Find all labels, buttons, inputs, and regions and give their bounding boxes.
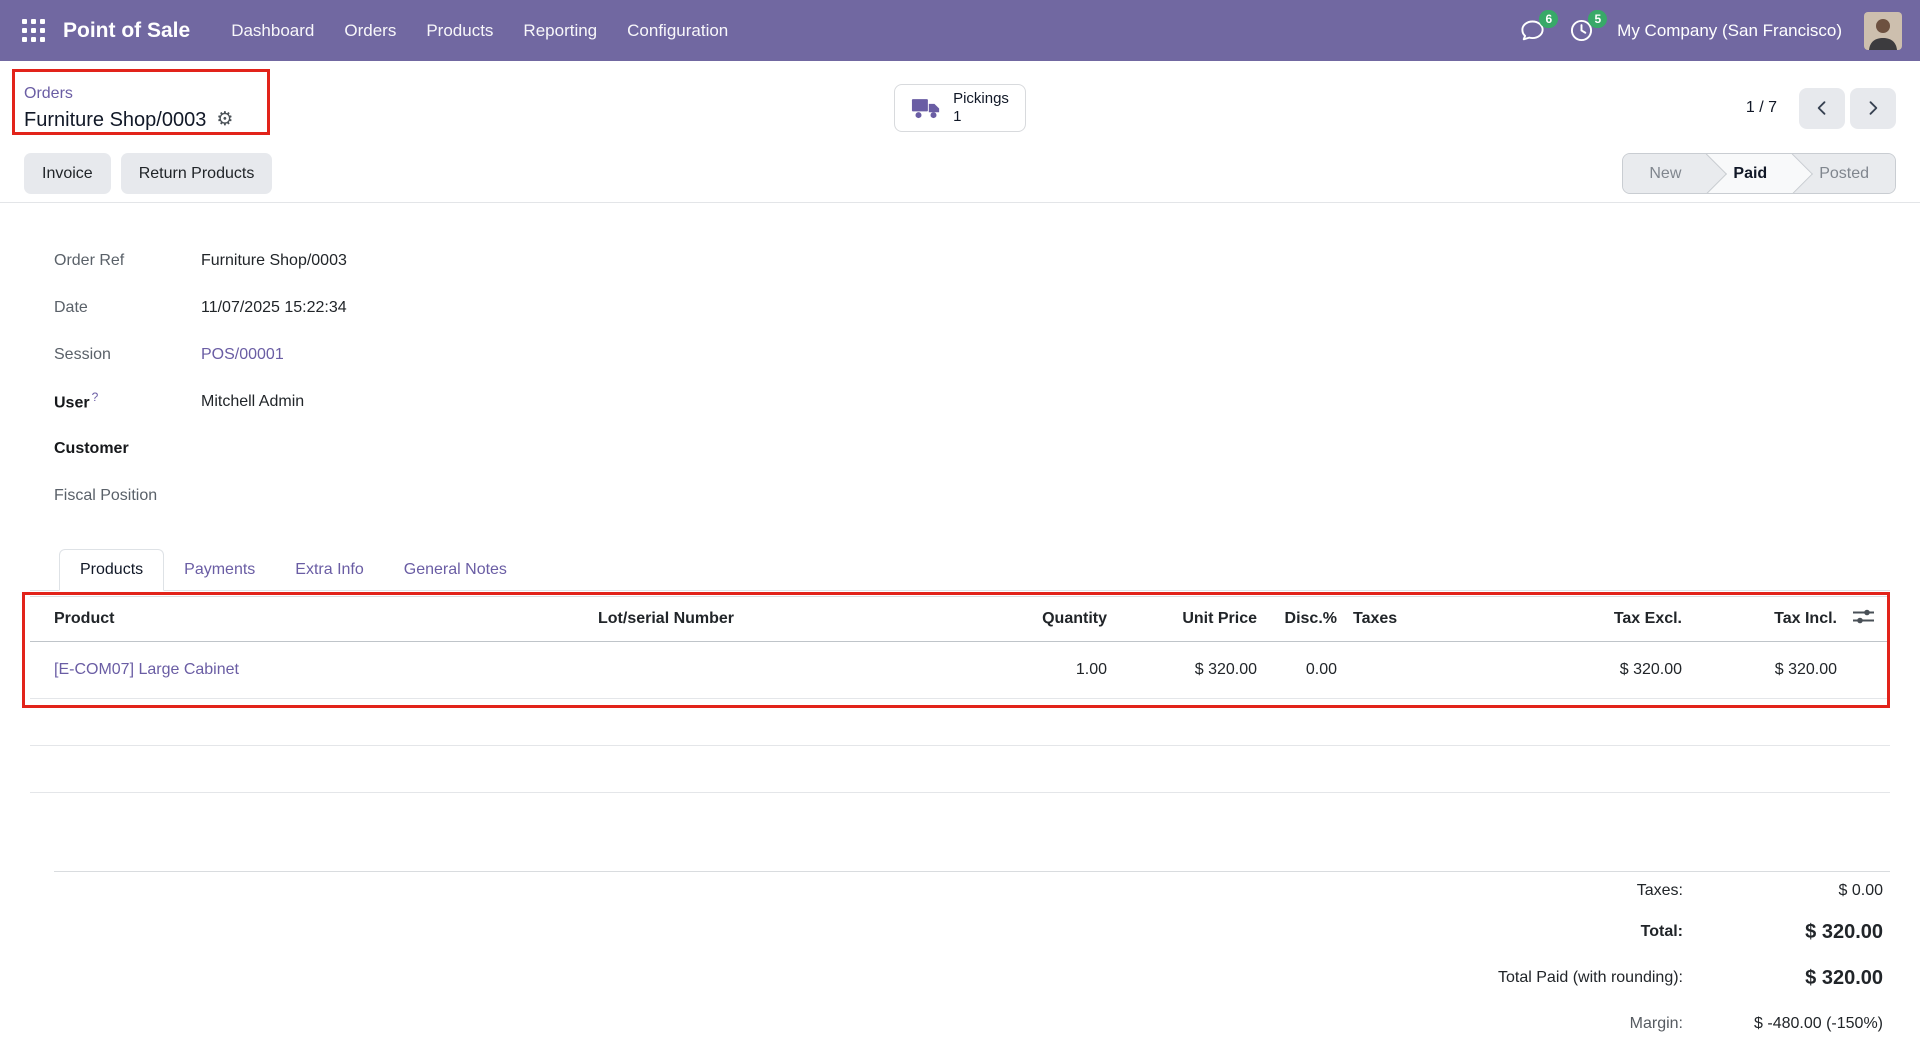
field-fiscal-position: Fiscal Position — [54, 472, 1890, 519]
taxes-total-row: Taxes: $ 0.00 — [54, 872, 1883, 909]
nav-dashboard[interactable]: Dashboard — [216, 21, 329, 41]
products-table: Product Lot/serial Number Quantity Unit … — [30, 596, 1890, 793]
avatar-image — [1864, 11, 1902, 50]
notebook-tabs: Products Payments Extra Info General Not… — [30, 549, 1890, 591]
user-value: Mitchell Admin — [201, 392, 305, 410]
total-label: Total: — [1640, 923, 1683, 940]
tab-extra-info[interactable]: Extra Info — [275, 549, 383, 590]
messages-badge: 6 — [1539, 10, 1559, 28]
help-icon[interactable]: ? — [92, 390, 99, 404]
navbar-systray: 6 5 My Company (San Francisco) — [1519, 10, 1902, 50]
field-date: Date 11/07/2025 15:22:34 — [54, 284, 1890, 331]
total-paid-value: $ 320.00 — [1805, 966, 1883, 989]
total-value: $ 320.00 — [1805, 920, 1883, 943]
order-form-sheet: Order Ref Furniture Shop/0003 Date 11/07… — [0, 203, 1920, 1047]
company-menu[interactable]: My Company (San Francisco) — [1617, 21, 1842, 41]
field-session: Session POS/00001 — [54, 331, 1890, 378]
gear-icon[interactable]: ⚙ — [216, 110, 233, 129]
cell-lot-serial — [590, 641, 890, 699]
col-tax-incl[interactable]: Tax Incl. — [1690, 596, 1845, 642]
table-header-row: Product Lot/serial Number Quantity Unit … — [30, 596, 1890, 642]
pager-next-button[interactable] — [1850, 87, 1897, 129]
taxes-label: Taxes: — [1636, 881, 1683, 899]
invoice-button[interactable]: Invoice — [24, 153, 111, 194]
nav-reporting[interactable]: Reporting — [508, 21, 612, 41]
col-disc[interactable]: Disc.% — [1265, 596, 1345, 642]
cell-quantity: 1.00 — [890, 641, 1115, 699]
margin-row: Margin: $ -480.00 (-150%) — [54, 1001, 1883, 1047]
col-product[interactable]: Product — [30, 596, 590, 642]
cell-unit-price: $ 320.00 — [1115, 641, 1265, 699]
breadcrumb-current: Furniture Shop/0003 — [24, 108, 207, 131]
date-value: 11/07/2025 15:22:34 — [201, 298, 347, 316]
chevron-right-icon — [1869, 101, 1878, 115]
col-quantity[interactable]: Quantity — [890, 596, 1115, 642]
sliders-icon — [1853, 609, 1874, 624]
table-row[interactable]: [E-COM07] Large Cabinet 1.00 $ 320.00 0.… — [30, 641, 1890, 699]
empty-row — [30, 745, 1890, 793]
total-paid-row: Total Paid (with rounding): $ 320.00 — [54, 955, 1883, 1001]
field-user: User? Mitchell Admin — [54, 378, 1890, 425]
customer-label: Customer — [54, 439, 129, 457]
col-lot-serial[interactable]: Lot/serial Number — [590, 596, 890, 642]
total-row: Total: $ 320.00 — [54, 909, 1883, 955]
pickings-stat-button[interactable]: Pickings 1 — [894, 84, 1026, 132]
cell-tax-incl: $ 320.00 — [1690, 641, 1845, 699]
nav-configuration[interactable]: Configuration — [612, 21, 743, 41]
status-new[interactable]: New — [1623, 154, 1708, 193]
cell-taxes — [1345, 641, 1575, 699]
field-customer: Customer — [54, 425, 1890, 472]
optional-columns-button[interactable] — [1845, 596, 1890, 642]
empty-row — [30, 698, 1890, 746]
fiscal-position-label: Fiscal Position — [54, 486, 158, 504]
user-avatar[interactable] — [1864, 11, 1902, 50]
order-totals: Taxes: $ 0.00 Total: $ 320.00 Total Paid… — [54, 871, 1890, 1047]
col-tax-excl[interactable]: Tax Excl. — [1575, 596, 1690, 642]
breadcrumb-orders-link[interactable]: Orders — [24, 85, 73, 102]
cell-tax-excl: $ 320.00 — [1575, 641, 1690, 699]
tab-products[interactable]: Products — [59, 549, 165, 591]
top-navbar: Point of Sale Dashboard Orders Products … — [0, 0, 1920, 61]
pager — [1799, 87, 1897, 129]
breadcrumb: Orders Furniture Shop/0003 ⚙ — [24, 84, 894, 133]
field-order-ref: Order Ref Furniture Shop/0003 — [54, 237, 1890, 284]
app-name[interactable]: Point of Sale — [63, 19, 190, 43]
pager-previous-button[interactable] — [1799, 87, 1846, 129]
control-panel: Orders Furniture Shop/0003 ⚙ Pickings 1 — [0, 61, 1920, 203]
margin-label: Margin: — [1629, 1015, 1683, 1032]
chevron-left-icon — [1817, 101, 1826, 115]
date-label: Date — [54, 298, 88, 316]
session-label: Session — [54, 345, 111, 363]
statusbar: New Paid Posted — [1622, 153, 1896, 194]
order-ref-label: Order Ref — [54, 251, 125, 269]
product-link[interactable]: [E-COM07] Large Cabinet — [54, 661, 239, 678]
pickings-count: 1 — [953, 108, 962, 125]
return-products-button[interactable]: Return Products — [120, 153, 273, 194]
tab-general-notes[interactable]: General Notes — [384, 549, 527, 590]
tab-payments[interactable]: Payments — [164, 549, 275, 590]
margin-value: $ -480.00 (-150%) — [1754, 1015, 1883, 1032]
total-paid-label: Total Paid (with rounding): — [1498, 969, 1683, 986]
nav-orders[interactable]: Orders — [329, 21, 411, 41]
col-taxes[interactable]: Taxes — [1345, 596, 1575, 642]
apps-menu-icon[interactable] — [22, 19, 45, 42]
pager-counter[interactable]: 1 / 7 — [1746, 99, 1777, 117]
order-ref-value: Furniture Shop/0003 — [201, 251, 347, 269]
user-label: User? — [54, 390, 99, 412]
taxes-value: $ 0.00 — [1838, 881, 1883, 899]
col-unit-price[interactable]: Unit Price — [1115, 596, 1265, 642]
nav-products[interactable]: Products — [411, 21, 508, 41]
pickings-label: Pickings — [953, 90, 1009, 107]
session-link[interactable]: POS/00001 — [201, 346, 284, 364]
messages-button[interactable]: 6 — [1519, 10, 1559, 44]
activities-button[interactable]: 5 — [1568, 10, 1608, 44]
activities-badge: 5 — [1588, 10, 1608, 28]
cell-disc: 0.00 — [1265, 641, 1345, 699]
truck-icon — [912, 98, 940, 118]
